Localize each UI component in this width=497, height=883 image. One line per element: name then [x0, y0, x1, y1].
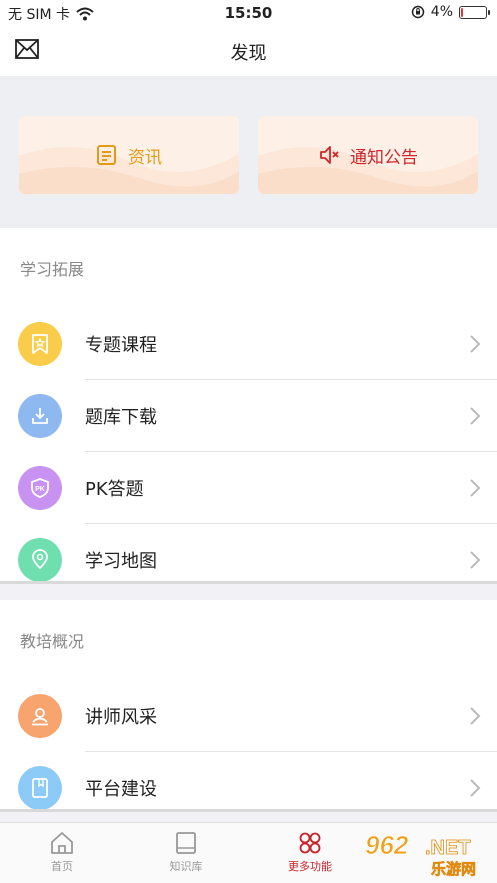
list-item-question-bank[interactable]: 题库下载	[0, 380, 497, 452]
quick-cards: 资讯 通知公告	[0, 76, 497, 228]
watermark-logo: 962 .NET 乐游网	[365, 830, 477, 879]
bookmark-star-icon	[18, 322, 62, 366]
battery-icon	[459, 5, 490, 19]
nav-bar: 发现	[0, 26, 497, 76]
more-icon	[299, 832, 321, 854]
notice-card[interactable]: 通知公告	[258, 116, 478, 194]
list-item-label: PK答题	[85, 479, 144, 500]
section-divider	[0, 809, 497, 812]
learning-section: 学习拓展 专题课程 题库下载 PK PK答题 学习地图	[0, 228, 497, 582]
lecturer-icon	[18, 694, 62, 738]
page-title: 发现	[230, 43, 267, 64]
pk-shield-icon: PK	[18, 466, 62, 510]
list-item-lecturers[interactable]: 讲师风采	[0, 680, 497, 752]
list-item-label: 专题课程	[85, 335, 157, 356]
section-divider	[0, 581, 497, 584]
news-icon	[97, 145, 116, 165]
svg-text:.NET: .NET	[425, 837, 471, 859]
tab-home[interactable]: 首页	[0, 823, 124, 883]
download-icon	[18, 394, 62, 438]
tab-label: 首页	[51, 860, 73, 873]
svg-text:乐游网: 乐游网	[431, 860, 476, 878]
tab-knowledge-base[interactable]: 知识库	[124, 823, 248, 883]
home-icon	[51, 832, 73, 854]
training-section-title: 教培概况	[20, 632, 85, 651]
tab-more[interactable]: 更多功能	[248, 823, 372, 883]
list-item-label: 讲师风采	[85, 707, 157, 728]
chevron-right-icon	[470, 779, 481, 797]
chevron-right-icon	[470, 707, 481, 725]
list-item-pk-quiz[interactable]: PK PK答题	[0, 452, 497, 524]
status-bar: 无 SIM 卡 15:50 4%	[0, 0, 497, 26]
list-item-platform[interactable]: 平台建设	[0, 752, 497, 824]
list-item-topic-courses[interactable]: 专题课程	[0, 308, 497, 380]
chevron-right-icon	[470, 479, 481, 497]
list-item-label: 平台建设	[85, 779, 157, 800]
book-icon	[176, 832, 196, 854]
svg-text:962: 962	[365, 830, 409, 860]
svg-text:PK: PK	[35, 486, 45, 493]
news-label: 资讯	[128, 147, 162, 168]
news-card[interactable]: 资讯	[19, 116, 239, 194]
training-section: 教培概况 讲师风采 平台建设	[0, 600, 497, 810]
list-item-label: 题库下载	[85, 407, 157, 428]
chevron-right-icon	[470, 335, 481, 353]
map-pin-icon	[18, 538, 62, 582]
orientation-lock-icon	[411, 5, 425, 19]
notice-label: 通知公告	[350, 147, 418, 168]
tab-label: 更多功能	[288, 860, 332, 873]
list-item-study-map[interactable]: 学习地图	[0, 524, 497, 596]
tab-label: 知识库	[169, 860, 203, 873]
battery-fill	[461, 7, 463, 17]
chevron-right-icon	[470, 407, 481, 425]
speaker-icon	[320, 146, 339, 164]
list-item-label: 学习地图	[85, 551, 157, 572]
chevron-right-icon	[470, 551, 481, 569]
battery-percent: 4%	[430, 4, 453, 20]
book-icon	[18, 766, 62, 810]
status-right: 4%	[411, 4, 490, 20]
learning-section-title: 学习拓展	[20, 260, 85, 279]
